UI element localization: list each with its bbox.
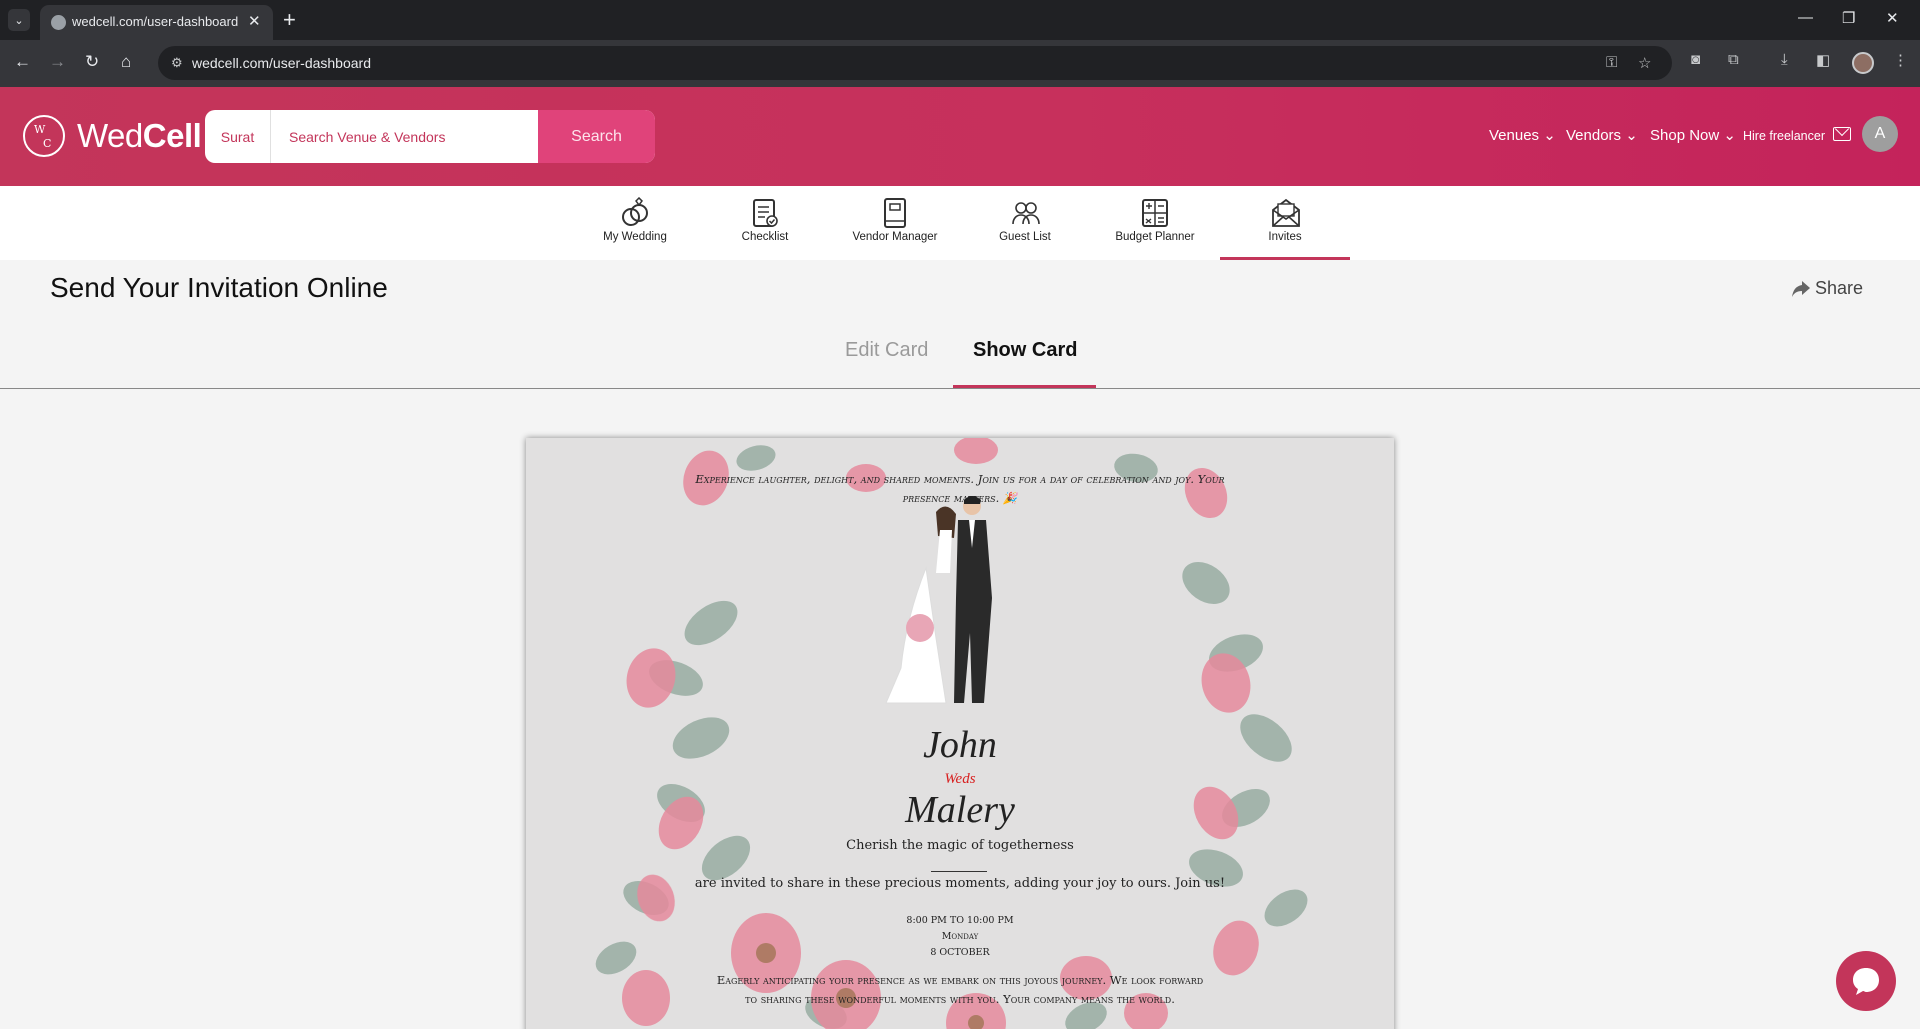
nav-budget-planner[interactable]: Budget Planner [1090, 186, 1220, 260]
extensions-icon[interactable]: ⧉ [1728, 51, 1739, 68]
nav-vendor-manager[interactable]: Vendor Manager [830, 186, 960, 260]
home-icon[interactable]: ⌂ [121, 52, 131, 72]
globe-icon [51, 15, 66, 30]
intro-text: Experience laughter, delight, and shared… [695, 472, 1225, 505]
back-icon[interactable]: ← [14, 52, 31, 72]
share-arrow-icon [1792, 281, 1810, 297]
chat-bubble-icon [1853, 968, 1879, 995]
checklist-icon [753, 199, 778, 227]
nav-label: Budget Planner [1115, 231, 1195, 243]
bookmark-star-icon[interactable]: ☆ [1638, 54, 1651, 72]
event-time-block: 8:00 PM TO 10:00 PM Monday 8 OCTOBER [526, 913, 1394, 961]
nav-checklist[interactable]: Checklist [700, 186, 830, 260]
side-panel-icon[interactable]: ◧ [1816, 51, 1830, 69]
rings-icon [622, 197, 648, 226]
tab-show-card-label: Show Card [973, 339, 1078, 361]
event-date: 8 OCTOBER [930, 947, 990, 958]
venues-menu[interactable]: Venues ⌄ [1489, 126, 1556, 144]
chat-button[interactable] [1836, 951, 1896, 1011]
logo-icon[interactable]: W C [23, 115, 65, 157]
nav-label: My Wedding [603, 231, 667, 243]
camera-icon[interactable]: ◙ [1691, 51, 1700, 68]
envelope-icon [1272, 198, 1300, 227]
tab-close-icon[interactable]: ✕ [248, 12, 261, 30]
shop-now-menu[interactable]: Shop Now ⌄ [1650, 126, 1736, 144]
search-button[interactable]: Search [538, 110, 655, 163]
close-window-icon[interactable]: ✕ [1886, 9, 1899, 27]
outro-text: Eagerly anticipating your presence as we… [716, 973, 1204, 1006]
guests-icon [1012, 202, 1040, 225]
reload-icon[interactable]: ↻ [85, 52, 99, 72]
profile-avatar-icon[interactable] [1852, 52, 1874, 74]
share-label: Share [1815, 278, 1864, 298]
minimize-icon[interactable]: — [1798, 9, 1813, 26]
nav-invites[interactable]: Invites [1220, 186, 1350, 260]
bride-name: Malery [905, 789, 1015, 831]
tab-title: wedcell.com/user-dashboard [72, 14, 239, 29]
tab-edit-card[interactable]: Edit Card [845, 339, 928, 362]
mail-icon[interactable] [1833, 127, 1851, 141]
tab-show-card[interactable]: Show Card [953, 330, 1096, 388]
brand-name[interactable]: WedCell [77, 117, 202, 155]
user-avatar[interactable]: A [1862, 116, 1898, 152]
hire-freelancer-link[interactable]: Hire freelancer [1743, 129, 1825, 143]
search-input[interactable] [272, 110, 542, 163]
browser-toolbar: ← → ↻ ⌂ ⚙ wedcell.com/user-dashboard ⚿ ☆… [0, 40, 1920, 87]
dashboard-nav: My Wedding Checklist Vendor Manager Gues… [0, 186, 1920, 260]
event-day: Monday [941, 931, 979, 942]
nav-label: Guest List [999, 231, 1051, 243]
password-key-icon[interactable]: ⚿ [1606, 54, 1617, 71]
page-title: Send Your Invitation Online [50, 272, 388, 303]
nav-label: Checklist [741, 231, 789, 243]
invitation-card: Experience laughter, delight, and shared… [526, 438, 1394, 1029]
nav-guest-list[interactable]: Guest List [960, 186, 1090, 260]
address-bar[interactable]: ⚙ wedcell.com/user-dashboard ⚿ ☆ [158, 46, 1672, 80]
nav-my-wedding[interactable]: My Wedding [570, 186, 700, 260]
browser-tab[interactable]: wedcell.com/user-dashboard ✕ [40, 5, 273, 40]
browser-menu-icon[interactable]: ⋮ [1893, 51, 1908, 69]
nav-label: Vendor Manager [852, 231, 938, 243]
url-text[interactable]: wedcell.com/user-dashboard [192, 55, 371, 71]
weds-text: Weds [944, 771, 976, 787]
forward-icon[interactable]: → [49, 52, 66, 72]
tagline: Cherish the magic of togetherness [846, 838, 1074, 853]
city-selector[interactable]: Surat [205, 110, 271, 163]
notebook-icon [884, 198, 906, 228]
divider-line [931, 871, 987, 872]
event-time: 8:00 PM TO 10:00 PM [906, 915, 1014, 926]
search-bar: Surat Search [205, 110, 655, 163]
browser-tabstrip: ⌄ wedcell.com/user-dashboard ✕ + — ❐ ✕ [0, 0, 1920, 40]
tabs-divider [0, 388, 1920, 389]
groom-name: John [923, 724, 997, 766]
download-icon[interactable]: ⤓ [1781, 51, 1788, 68]
new-tab-icon[interactable]: + [283, 7, 296, 33]
couple-illustration [885, 496, 992, 704]
tab-search-chevron-icon[interactable]: ⌄ [8, 9, 30, 31]
site-info-icon[interactable]: ⚙ [171, 55, 183, 71]
calculator-icon [1142, 199, 1168, 227]
restore-icon[interactable]: ❐ [1842, 9, 1855, 27]
nav-label: Invites [1268, 231, 1302, 243]
site-header: W C WedCell Surat Search Venues ⌄ Vendor… [0, 87, 1920, 186]
vendors-menu[interactable]: Vendors ⌄ [1566, 126, 1638, 144]
invite-line: are invited to share in these precious m… [694, 876, 1226, 891]
